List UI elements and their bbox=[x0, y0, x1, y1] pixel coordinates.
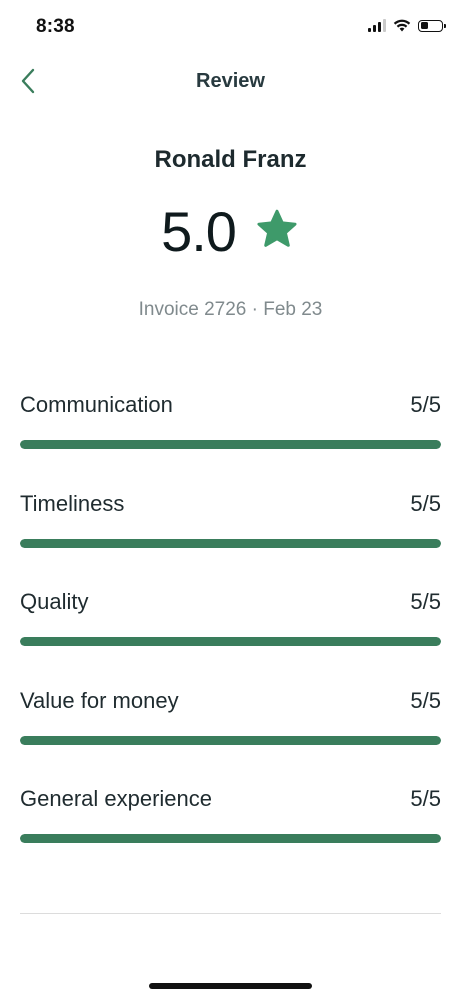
category-row: Timeliness 5/5 bbox=[20, 491, 441, 590]
category-label: Quality bbox=[20, 589, 89, 614]
cellular-signal-icon bbox=[368, 19, 386, 32]
rating-bar-fill bbox=[20, 637, 441, 646]
category-ratings: Communication 5/5 Timeliness 5/5 Quality… bbox=[20, 392, 441, 885]
rating-bar-fill bbox=[20, 538, 441, 548]
category-label: General experience bbox=[20, 786, 213, 811]
overall-score: 5.0 bbox=[161, 200, 237, 263]
category-row: Quality 5/5 bbox=[20, 589, 441, 688]
category-score: 5/5 bbox=[410, 490, 441, 516]
rating-bar bbox=[20, 440, 441, 449]
category-score: 5/5 bbox=[410, 687, 441, 713]
rating-bar bbox=[20, 834, 441, 843]
page-title: Review bbox=[196, 70, 265, 92]
rating-bar bbox=[20, 538, 441, 548]
category-score: 5/5 bbox=[410, 786, 441, 811]
category-row: Value for money 5/5 bbox=[20, 688, 441, 787]
category-score: 5/5 bbox=[410, 589, 441, 614]
status-icons bbox=[368, 19, 446, 32]
rating-bar bbox=[20, 735, 441, 745]
divider bbox=[20, 913, 441, 914]
rating-bar-fill bbox=[20, 735, 441, 745]
category-label: Timeliness bbox=[20, 490, 125, 516]
category-row: General experience 5/5 bbox=[20, 786, 441, 885]
battery-icon bbox=[418, 19, 446, 32]
category-score: 5/5 bbox=[410, 392, 441, 417]
wifi-icon bbox=[393, 19, 411, 32]
reviewer-name: Ronald Franz bbox=[154, 146, 307, 173]
home-indicator[interactable] bbox=[149, 983, 312, 989]
rating-bar bbox=[20, 637, 441, 646]
invoice-info: Invoice 2726 · Feb 23 bbox=[138, 299, 323, 320]
overall-rating: 5.0 bbox=[0, 204, 461, 260]
rating-bar-fill bbox=[20, 440, 441, 449]
star-icon bbox=[254, 207, 300, 253]
rating-bar-fill bbox=[20, 834, 441, 843]
category-label: Value for money bbox=[20, 687, 179, 713]
status-bar: 8:38 bbox=[0, 0, 461, 56]
status-time: 8:38 bbox=[36, 16, 75, 37]
category-row: Communication 5/5 bbox=[20, 392, 441, 491]
category-label: Communication bbox=[20, 392, 173, 417]
battery-level bbox=[420, 22, 428, 29]
